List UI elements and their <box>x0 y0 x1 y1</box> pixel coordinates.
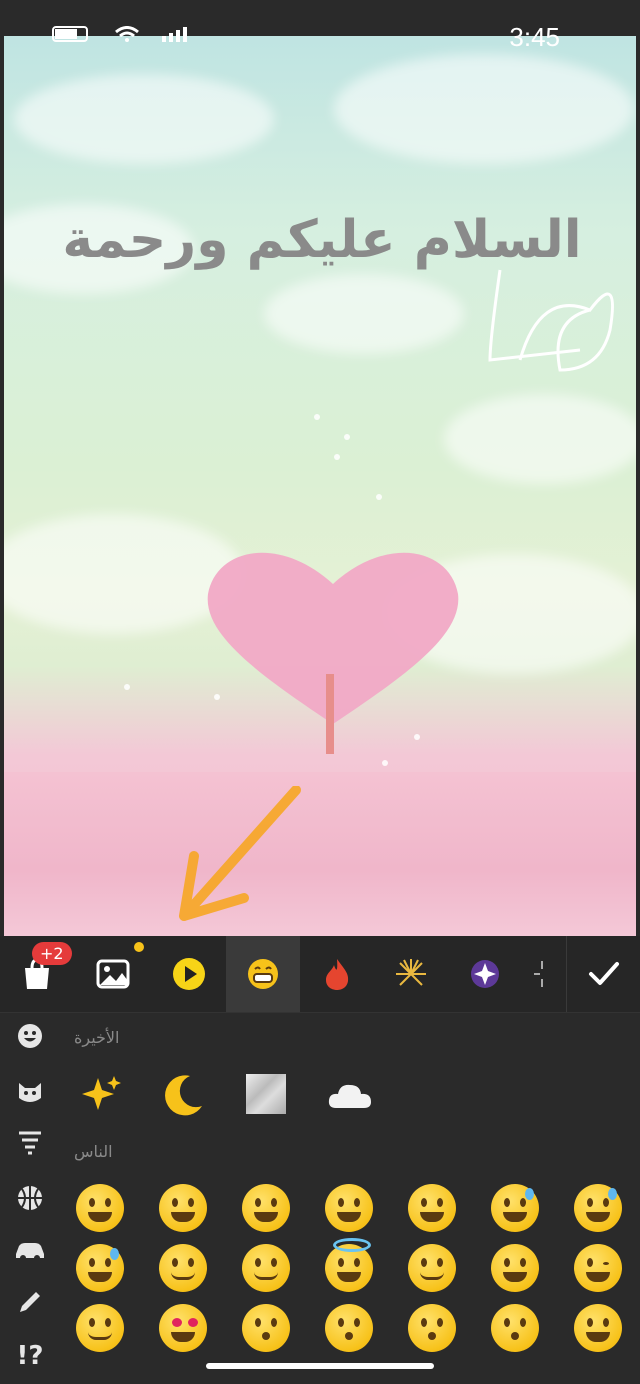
emoji-slight-smile[interactable] <box>408 1244 456 1292</box>
signal-icon <box>162 27 187 42</box>
emoji-sparkles[interactable] <box>78 1072 124 1118</box>
category-objects[interactable] <box>14 1286 46 1318</box>
cart-badge: +2 <box>32 942 72 965</box>
emoji-marble-square[interactable] <box>246 1074 286 1114</box>
home-indicator <box>206 1363 434 1369</box>
emoji-joy[interactable] <box>574 1184 622 1232</box>
pencil-icon <box>20 1292 40 1312</box>
sparkle-sticker-tab[interactable] <box>448 936 522 1012</box>
category-smileys[interactable] <box>14 1020 46 1052</box>
recent-section-label: الأخيرة <box>74 1028 120 1047</box>
tornado-icon <box>19 1131 41 1155</box>
video-sticker-button[interactable] <box>152 936 226 1012</box>
emoji-icon <box>248 959 278 989</box>
emoji-grin[interactable] <box>325 1184 373 1232</box>
more-tab[interactable] <box>522 936 562 1012</box>
emoji-tab[interactable] <box>226 936 300 1012</box>
category-weather[interactable] <box>14 1128 46 1160</box>
car-icon <box>16 1243 44 1261</box>
tear-icon <box>110 1248 119 1260</box>
category-travel[interactable] <box>14 1234 46 1266</box>
status-icons <box>52 26 190 42</box>
check-icon <box>589 962 619 985</box>
confirm-button[interactable] <box>566 936 640 1012</box>
emoji-blush[interactable] <box>242 1244 290 1292</box>
emoji-kissing-heart[interactable] <box>242 1304 290 1352</box>
emoji-heart-eyes[interactable] <box>159 1304 207 1352</box>
sparkle-sticker-icon <box>471 960 499 988</box>
category-activities[interactable] <box>14 1182 46 1214</box>
emoji-wink[interactable] <box>574 1244 622 1292</box>
sparkles-icon <box>82 1076 121 1110</box>
category-symbols[interactable]: !? <box>14 1340 46 1372</box>
emoji-sweat-smile[interactable] <box>491 1184 539 1232</box>
arrow-drawing-icon <box>179 786 301 921</box>
firework-tab[interactable] <box>374 936 448 1012</box>
emoji-relieved[interactable] <box>76 1304 124 1352</box>
emoji-crescent-moon[interactable] <box>160 1072 206 1118</box>
halo-icon <box>333 1238 371 1252</box>
more-icon <box>534 961 543 987</box>
emoji-kissing-smiling[interactable] <box>408 1304 456 1352</box>
wifi-icon <box>115 26 139 42</box>
play-icon <box>173 958 205 990</box>
flame-icon <box>326 959 349 990</box>
sticker-toolbar <box>0 936 640 1013</box>
cloud-icon <box>328 1084 371 1108</box>
status-time: 3:45 <box>509 22 560 52</box>
battery-icon <box>52 26 88 42</box>
emoji-grinning[interactable] <box>76 1184 124 1232</box>
emoji-innocent[interactable] <box>325 1238 373 1292</box>
image-icon <box>96 959 130 989</box>
heart-doodle-icon <box>488 269 614 372</box>
tear-icon <box>608 1188 617 1200</box>
editor-canvas[interactable]: السلام عليكم ورحمة <box>4 34 636 936</box>
image-button[interactable] <box>76 936 150 1012</box>
basketball-icon <box>18 1186 42 1210</box>
flame-tab[interactable] <box>300 936 374 1012</box>
tear-icon <box>525 1188 534 1200</box>
emoji-yum[interactable] <box>574 1304 622 1352</box>
emoji-kissing-closed-eyes[interactable] <box>491 1304 539 1352</box>
smiley-icon <box>18 1024 42 1048</box>
people-section-label: الناس <box>74 1142 113 1161</box>
pink-field <box>4 772 636 936</box>
emoji-smile[interactable] <box>242 1184 290 1232</box>
emoji-laughing[interactable] <box>408 1184 456 1232</box>
emoji-smiley[interactable] <box>159 1184 207 1232</box>
emoji-cloud[interactable] <box>326 1076 374 1116</box>
cat-icon <box>19 1083 41 1102</box>
emoji-upside-down[interactable] <box>491 1244 539 1292</box>
emoji-relaxed[interactable] <box>159 1244 207 1292</box>
emoji-kissing[interactable] <box>325 1304 373 1352</box>
status-bar: 3:45 <box>0 0 640 52</box>
emoji-rofl[interactable] <box>76 1244 124 1292</box>
firework-icon <box>396 959 426 986</box>
crescent-moon-icon <box>165 1075 202 1116</box>
category-animals[interactable] <box>14 1076 46 1108</box>
new-dot <box>134 942 144 952</box>
heart-tree-icon <box>207 552 459 754</box>
